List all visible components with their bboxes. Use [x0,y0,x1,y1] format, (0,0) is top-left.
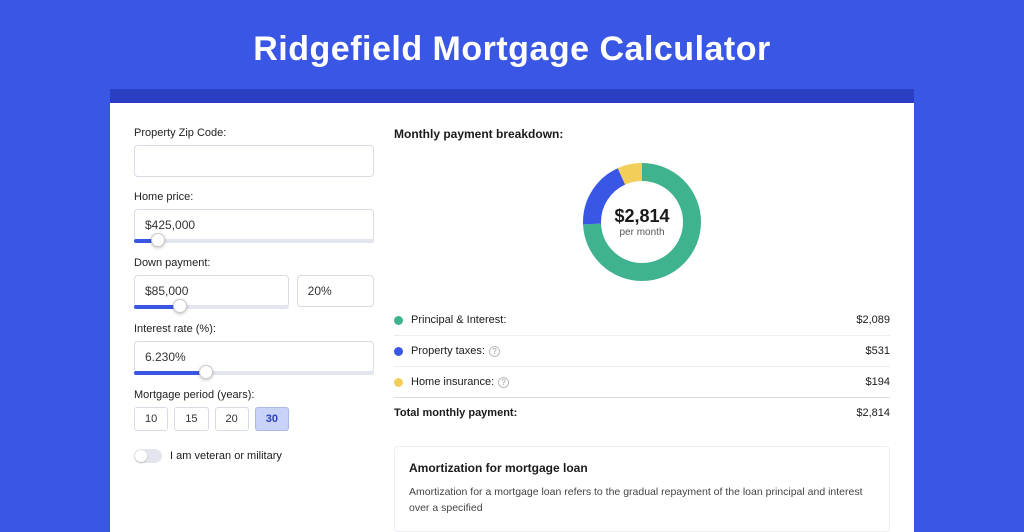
zip-field: Property Zip Code: [134,127,374,177]
down-slider[interactable] [134,305,289,309]
rate-slider[interactable] [134,371,374,375]
veteran-toggle-row: I am veteran or military [134,449,374,463]
help-icon[interactable]: ? [498,377,509,388]
veteran-toggle[interactable] [134,449,162,463]
breakdown-title: Monthly payment breakdown: [394,127,890,141]
donut-chart-wrap: $2,814 per month [394,157,890,287]
legend-row: Home insurance: ?$194 [394,367,890,397]
rate-slider-thumb[interactable] [199,365,213,379]
price-input[interactable] [134,209,374,241]
period-field: Mortgage period (years): 1015 2030 [134,389,374,431]
rate-field: Interest rate (%): [134,323,374,375]
form-column: Property Zip Code: Home price: Down paym… [134,127,374,532]
header-accent-bar [110,89,914,103]
page-title: Ridgefield Mortgage Calculator [0,0,1024,89]
calculator-app: Property Zip Code: Home price: Down paym… [110,103,914,532]
period-option-10[interactable]: 10 [134,407,168,431]
down-amount-input[interactable] [134,275,289,307]
veteran-label: I am veteran or military [170,450,282,462]
legend-swatch [394,347,403,356]
legend-list: Principal & Interest:$2,089Property taxe… [394,305,890,397]
legend-label: Home insurance: ? [411,376,866,388]
donut-sub: per month [619,227,664,238]
legend-row: Property taxes: ?$531 [394,336,890,367]
amortization-card: Amortization for mortgage loan Amortizat… [394,446,890,532]
donut-center: $2,814 per month [577,157,707,287]
period-option-20[interactable]: 20 [215,407,249,431]
zip-label: Property Zip Code: [134,127,374,139]
donut-chart: $2,814 per month [577,157,707,287]
zip-input[interactable] [134,145,374,177]
total-label: Total monthly payment: [394,407,856,419]
amortization-title: Amortization for mortgage loan [409,461,875,475]
legend-label: Principal & Interest: [411,314,856,326]
down-label: Down payment: [134,257,374,269]
rate-slider-fill [134,371,206,375]
down-slider-thumb[interactable] [173,299,187,313]
period-label: Mortgage period (years): [134,389,374,401]
price-field: Home price: [134,191,374,243]
price-slider-thumb[interactable] [151,233,165,247]
price-slider[interactable] [134,239,374,243]
breakdown-column: Monthly payment breakdown: $2,814 per mo… [394,127,890,532]
legend-swatch [394,316,403,325]
rate-input[interactable] [134,341,374,373]
total-value: $2,814 [856,407,890,419]
down-percent-input[interactable] [297,275,374,307]
help-icon[interactable]: ? [489,346,500,357]
legend-swatch [394,378,403,387]
legend-value: $531 [866,345,890,357]
donut-amount: $2,814 [614,206,669,227]
legend-value: $2,089 [856,314,890,326]
period-options: 1015 2030 [134,407,374,431]
period-option-15[interactable]: 15 [174,407,208,431]
legend-value: $194 [866,376,890,388]
rate-label: Interest rate (%): [134,323,374,335]
legend-row: Principal & Interest:$2,089 [394,305,890,336]
period-option-30[interactable]: 30 [255,407,289,431]
legend-label: Property taxes: ? [411,345,866,357]
price-label: Home price: [134,191,374,203]
total-row: Total monthly payment: $2,814 [394,397,890,428]
down-field: Down payment: [134,257,374,309]
